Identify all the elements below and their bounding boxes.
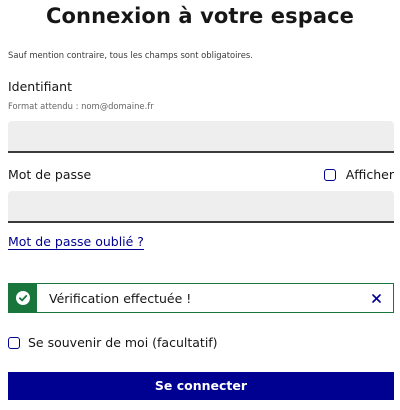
check-circle-icon — [16, 291, 30, 305]
mandatory-notice: Sauf mention contraire, tous les champs … — [8, 50, 253, 60]
remember-me-option[interactable]: Se souvenir de moi (facultatif) — [8, 335, 218, 350]
show-password-toggle[interactable]: Afficher — [323, 167, 394, 182]
show-password-label: Afficher — [345, 167, 394, 182]
remember-me-label: Se souvenir de moi (facultatif) — [28, 335, 218, 350]
submit-button[interactable]: Se connecter — [8, 372, 394, 400]
password-input[interactable] — [8, 191, 394, 223]
alert-close-button[interactable] — [369, 291, 383, 305]
show-password-checkbox[interactable] — [323, 168, 336, 181]
success-alert: Vérification effectuée ! — [8, 283, 394, 313]
remember-me-checkbox[interactable] — [8, 336, 20, 349]
forgot-password-link[interactable]: Mot de passe oublié ? — [8, 234, 144, 249]
alert-status-bar — [9, 284, 37, 312]
close-icon — [371, 293, 381, 303]
identifier-hint: Format attendu : nom@domaine.fr — [8, 101, 154, 111]
alert-message: Vérification effectuée ! — [49, 291, 192, 306]
identifier-input[interactable] — [8, 121, 394, 153]
identifier-label: Identifiant — [8, 79, 72, 94]
password-label: Mot de passe — [8, 167, 92, 182]
page-title: Connexion à votre espace — [46, 4, 354, 28]
